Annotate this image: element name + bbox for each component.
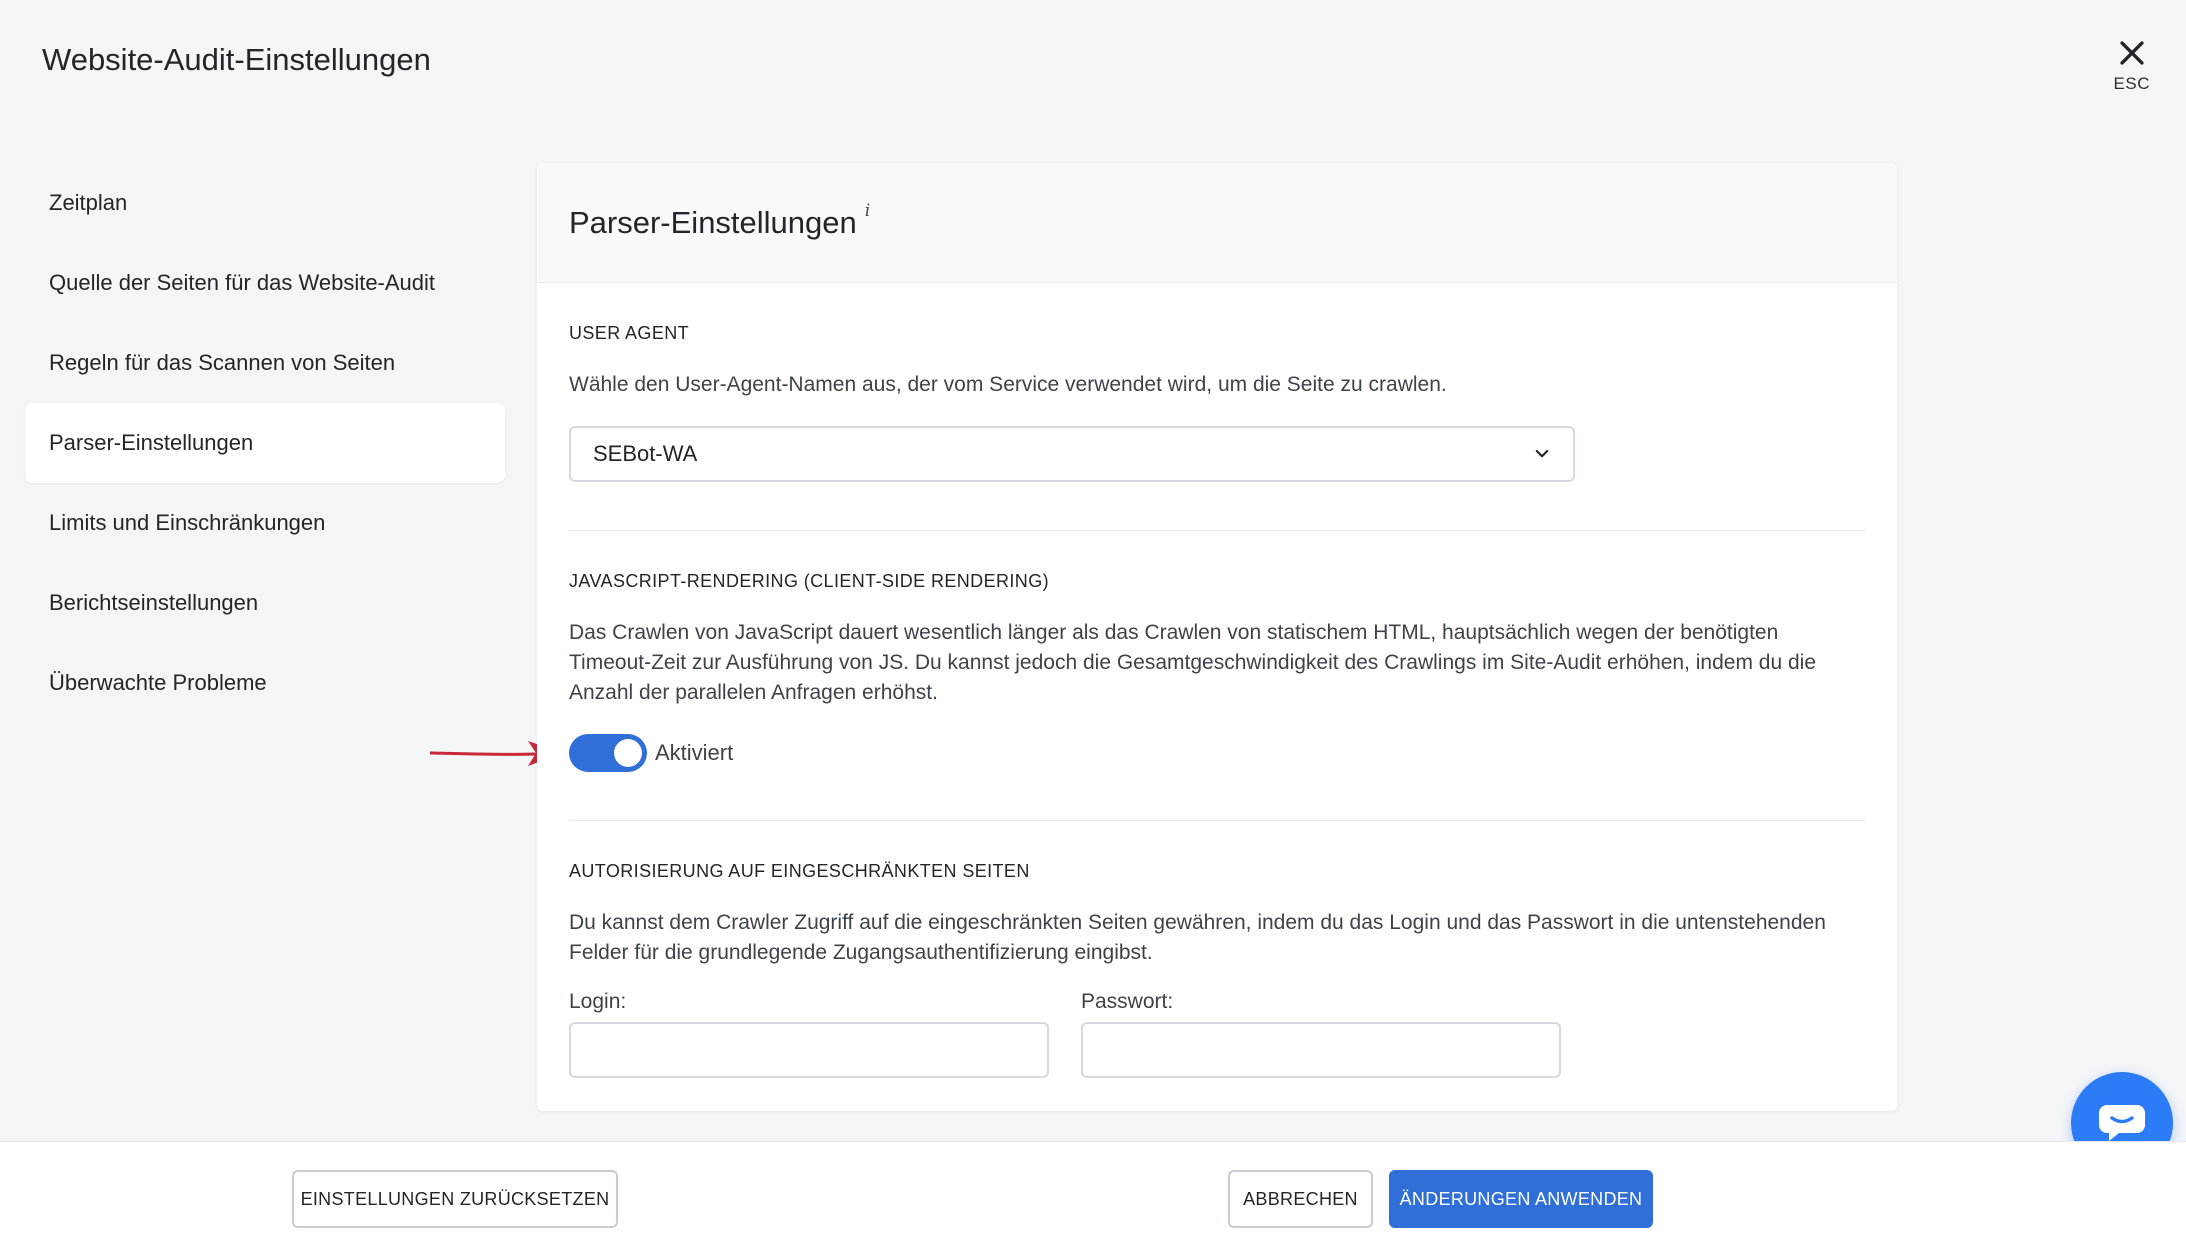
sidebar-item-zeitplan[interactable]: Zeitplan <box>25 163 505 243</box>
section-description: Du kannst dem Crawler Zugriff auf die ei… <box>569 911 1826 964</box>
sidebar-item-regeln[interactable]: Regeln für das Scannen von Seiten <box>25 323 505 403</box>
sidebar-item-label: Zeitplan <box>49 190 128 215</box>
settings-sidebar: Zeitplan Quelle der Seiten für das Websi… <box>25 163 505 723</box>
apply-changes-button[interactable]: ÄNDERUNGEN ANWENDEN <box>1389 1170 1653 1228</box>
info-icon[interactable]: i <box>865 201 870 221</box>
sidebar-item-label: Berichtseinstellungen <box>49 590 259 615</box>
section-title: JAVASCRIPT-RENDERING (CLIENT-SIDE RENDER… <box>569 571 1049 591</box>
chat-icon <box>2099 1105 2145 1141</box>
section-title: USER AGENT <box>569 323 690 343</box>
section-title: AUTORISIERUNG AUF EINGESCHRÄNKTEN SEITEN <box>569 861 1030 881</box>
password-input[interactable] <box>1081 1022 1561 1078</box>
panel-header: Parser-Einstellungen i <box>537 163 1897 283</box>
settings-modal: Website-Audit-Einstellungen ESC Zeitplan… <box>0 0 2186 1246</box>
login-label: Login: <box>569 990 627 1013</box>
chevron-down-icon <box>1535 449 1549 458</box>
toggle-knob <box>614 739 642 767</box>
sidebar-item-label: Überwachte Probleme <box>49 670 267 695</box>
panel-body: USER AGENT Wähle den User-Agent-Namen au… <box>537 283 1897 1111</box>
close-label: ESC <box>2113 74 2150 93</box>
sidebar-item-berichte[interactable]: Berichtseinstellungen <box>25 563 505 643</box>
password-field-group: Passwort: <box>1081 990 1561 1078</box>
user-agent-selected-value: SEBot-WA <box>593 441 698 466</box>
login-input[interactable] <box>569 1022 1049 1078</box>
close-icon <box>2120 41 2144 65</box>
section-description: Das Crawlen von JavaScript dauert wesent… <box>569 621 1817 704</box>
sidebar-item-probleme[interactable]: Überwachte Probleme <box>25 643 505 723</box>
js-rendering-toggle-row: Aktiviert <box>569 734 1865 772</box>
sidebar-item-quelle[interactable]: Quelle der Seiten für das Website-Audit <box>25 243 505 323</box>
cancel-button[interactable]: ABBRECHEN <box>1228 1170 1373 1228</box>
modal-footer: EINSTELLUNGEN ZURÜCKSETZEN ABBRECHEN ÄND… <box>0 1141 2186 1246</box>
sidebar-item-label: Regeln für das Scannen von Seiten <box>49 350 396 375</box>
user-agent-section: USER AGENT Wähle den User-Agent-Namen au… <box>569 283 1865 531</box>
parser-settings-panel: Parser-Einstellungen i USER AGENT Wähle … <box>537 163 1897 1111</box>
password-label: Passwort: <box>1081 990 1174 1013</box>
section-description: Wähle den User-Agent-Namen aus, der vom … <box>569 373 1447 396</box>
login-field-group: Login: <box>569 990 1049 1078</box>
js-rendering-toggle[interactable] <box>569 734 647 772</box>
js-rendering-section: JAVASCRIPT-RENDERING (CLIENT-SIDE RENDER… <box>569 531 1865 821</box>
panel-title: Parser-Einstellungen <box>569 204 857 240</box>
close-button[interactable]: ESC <box>2114 36 2150 94</box>
user-agent-select[interactable]: SEBot-WA <box>569 426 1575 482</box>
sidebar-item-label: Parser-Einstellungen <box>49 430 254 455</box>
sidebar-item-limits[interactable]: Limits und Einschränkungen <box>25 483 505 563</box>
sidebar-item-parser[interactable]: Parser-Einstellungen <box>25 403 505 483</box>
reset-settings-button[interactable]: EINSTELLUNGEN ZURÜCKSETZEN <box>292 1170 618 1228</box>
page-title: Website-Audit-Einstellungen <box>42 42 431 77</box>
toggle-label: Aktiviert <box>655 740 734 765</box>
sidebar-item-label: Quelle der Seiten für das Website-Audit <box>49 270 436 295</box>
sidebar-item-label: Limits und Einschränkungen <box>49 510 326 535</box>
auth-fields: Login: Passwort: <box>569 990 1865 1078</box>
auth-section: AUTORISIERUNG AUF EINGESCHRÄNKTEN SEITEN… <box>569 821 1865 1111</box>
